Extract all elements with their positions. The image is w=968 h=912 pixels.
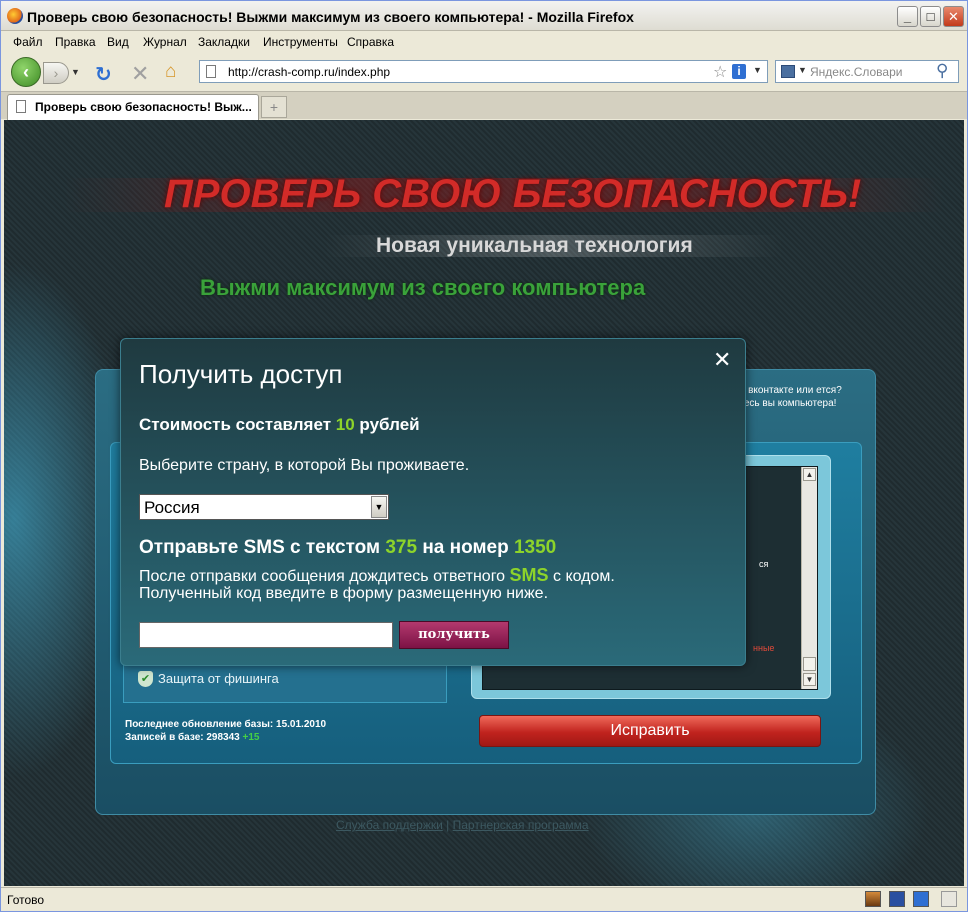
cost-suffix: рублей [359,415,420,434]
shield-check-icon: ✔ [138,671,153,687]
partner-program-link[interactable]: Партнерская программа [453,818,589,832]
search-icon[interactable]: ⚲ [936,61,948,81]
headline: ПРОВЕРЬ СВОЮ БЕЗОПАСНОСТЬ! [164,172,862,216]
title-bar: Проверь свою безопасность! Выжми максиму… [1,1,967,31]
minimize-button[interactable]: _ [897,6,918,27]
menu-bookmarks[interactable]: Закладки [198,35,250,49]
maximize-button[interactable]: □ [920,6,941,27]
menu-help[interactable]: Справка [347,35,394,49]
page-icon [206,65,216,78]
navigation-toolbar: ‹ › ▼ ↻ ✕ ⌂ http://crash-comp.ru/index.p… [1,53,967,91]
scrollbar[interactable]: ▲ ▼ [801,467,817,689]
info-icon[interactable]: i [732,64,746,79]
cost-text: Стоимость составляет 10 рублей [139,415,420,435]
records-increment: +15 [242,732,260,743]
search-engine-dropdown-icon[interactable]: ▼ [798,65,807,75]
scan-log-warning: нные [753,643,775,653]
phishing-protection-label: Защита от фишинга [158,671,279,686]
enter-code-text: Полученный код введите в форму размещенн… [139,585,549,602]
sms-text-value: 375 [385,537,418,558]
search-engine-icon[interactable] [781,65,795,78]
country-selected-value[interactable]: Россия [144,498,200,518]
page-content: ПРОВЕРЬ СВОЮ БЕЗОПАСНОСТЬ! Новая уникаль… [4,120,964,886]
support-link[interactable]: Служба поддержки [336,818,443,832]
code-input[interactable] [139,622,393,648]
scroll-down-icon[interactable]: ▼ [803,673,816,686]
status-text: Готово [7,893,45,907]
access-dialog: ✕ Получить доступ Стоимость составляет 1… [120,338,746,666]
close-icon[interactable]: ✕ [713,347,731,373]
tab-page-icon [16,100,26,113]
menu-file[interactable]: Файл [13,35,43,49]
country-select[interactable]: Россия ▼ [139,494,389,520]
fix-button[interactable]: Исправить [479,715,821,747]
cost-prefix: Стоимость составляет [139,415,332,434]
resize-grip-icon[interactable] [941,891,957,907]
window-title: Проверь свою безопасность! Выжми максиму… [27,9,634,25]
close-window-button[interactable]: ✕ [943,6,964,27]
search-input[interactable]: Яндекс.Словари [810,65,902,79]
search-box[interactable]: ▼ Яндекс.Словари ⚲ [775,60,959,83]
url-dropdown-icon[interactable]: ▼ [753,65,762,75]
forward-button[interactable]: › [43,62,69,84]
after-send-text: После отправки сообщения дождитесь ответ… [139,565,615,586]
sms-instruction: Отправьте SMS с текстом 375 на номер 135… [139,537,556,559]
sms-number-value: 1350 [513,537,557,558]
sms-prefix: Отправьте SMS с текстом [139,537,381,558]
reload-icon[interactable]: ↻ [95,62,112,87]
choose-country-label: Выберите страну, в которой Вы проживаете… [139,457,470,474]
url-bar[interactable]: http://crash-comp.ru/index.php ☆ i ▼ [199,60,768,83]
status-bar: Готово [1,887,967,911]
get-access-button[interactable]: получить [399,621,509,649]
footer-links: Служба поддержки | Партнерская программа [336,818,589,832]
addon-icon[interactable] [913,891,929,907]
menu-edit[interactable]: Правка [55,35,96,49]
browser-window: Проверь свою безопасность! Выжми максиму… [0,0,968,912]
tab-active[interactable]: Проверь свою безопасность! Выж... [7,94,259,120]
home-icon[interactable]: ⌂ [165,61,176,83]
scroll-thumb[interactable] [803,657,816,671]
stop-icon[interactable]: ✕ [131,61,149,87]
chevron-down-icon[interactable]: ▼ [371,496,387,518]
back-button[interactable]: ‹ [11,57,41,87]
tab-title: Проверь свою безопасность! Выж... [35,100,252,114]
menu-tools[interactable]: Инструменты [263,35,338,49]
menu-view[interactable]: Вид [107,35,129,49]
after-prefix: После отправки сообщения дождитесь ответ… [139,568,506,585]
dialog-title: Получить доступ [139,359,343,389]
film-icon[interactable] [865,891,881,907]
history-dropdown-icon[interactable]: ▼ [71,67,80,77]
url-text[interactable]: http://crash-comp.ru/index.php [228,65,390,79]
subheadline: Новая уникальная технология [376,234,693,257]
new-tab-button[interactable]: + [261,96,287,118]
firefox-logo-icon [7,8,23,24]
fvd-icon[interactable] [889,891,905,907]
scroll-up-icon[interactable]: ▲ [803,468,816,481]
panel-intro-text: ах, вконтакте или ется? Здесь вы компьют… [732,385,842,409]
tab-bar: Проверь свою безопасность! Выж... + [1,91,967,120]
menu-bar: Файл Правка Вид Журнал Закладки Инструме… [1,31,967,53]
tagline: Выжми максимум из своего компьютера [200,275,646,300]
last-update-text: Последнее обновление базы: 15.01.2010 [125,719,327,730]
bookmark-star-icon[interactable]: ☆ [713,62,727,82]
records-text: Записей в базе: 298343 [125,732,240,743]
sms-mid: на номер [422,537,509,558]
cost-value: 10 [335,415,355,434]
after-sms: SMS [509,565,549,585]
menu-history[interactable]: Журнал [143,35,187,49]
records-count: Записей в базе: 298343 +15 [125,732,259,743]
scan-log-text: ся [759,559,769,569]
after-suffix: с кодом. [553,568,615,585]
footer-separator: | [446,818,450,832]
